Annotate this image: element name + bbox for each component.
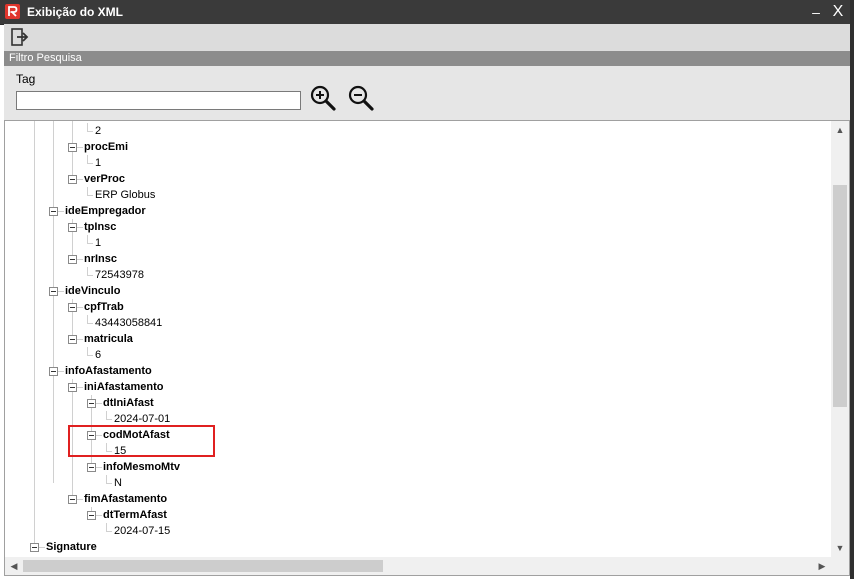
horizontal-scroll-thumb[interactable] — [23, 560, 383, 572]
tree-node-value[interactable]: 2024-07-15 — [114, 523, 170, 539]
collapse-toggle-icon[interactable] — [30, 543, 39, 552]
globus-logo-icon — [5, 4, 20, 19]
tree-node-element[interactable]: verProc — [84, 171, 125, 187]
close-button[interactable]: X — [828, 2, 848, 22]
tree-node-element[interactable]: codMotAfast — [103, 427, 170, 443]
tree-node-element[interactable]: fimAfastamento — [84, 491, 167, 507]
tree-node-element[interactable]: ideEmpregador — [65, 203, 146, 219]
collapse-toggle-icon[interactable] — [87, 511, 96, 520]
filter-panel: Tag — [4, 66, 850, 121]
xml-tree-view[interactable]: ▲ ▼ ◀ ▶ 2 procEmi 1 verProc ERP Globus ideEmp… — [4, 120, 850, 576]
zoom-out-icon[interactable] — [347, 84, 375, 112]
horizontal-scrollbar[interactable]: ◀ ▶ — [5, 557, 831, 575]
toolbar — [4, 24, 850, 52]
tree-node-element[interactable]: nrInsc — [84, 251, 117, 267]
tree-node-value[interactable]: 1 — [95, 155, 101, 171]
collapse-toggle-icon[interactable] — [49, 287, 58, 296]
tree-node-value[interactable]: 2 — [95, 123, 101, 139]
tree-node-element[interactable]: procEmi — [84, 139, 128, 155]
collapse-toggle-icon[interactable] — [68, 335, 77, 344]
title-bar: Exibição do XML – X — [0, 0, 850, 25]
tree-node-value[interactable]: N — [114, 475, 122, 491]
tree-node-element[interactable]: cpfTrab — [84, 299, 124, 315]
vertical-scrollbar[interactable]: ▲ ▼ — [831, 121, 849, 557]
scroll-up-arrow[interactable]: ▲ — [831, 121, 849, 139]
tree-node-value[interactable]: 6 — [95, 347, 101, 363]
tree-node-element[interactable]: tpInsc — [84, 219, 116, 235]
window-title: Exibição do XML — [27, 5, 124, 19]
tree-node-element[interactable]: matricula — [84, 331, 133, 347]
tree-node-element[interactable]: dtIniAfast — [103, 395, 154, 411]
collapse-toggle-icon[interactable] — [49, 367, 58, 376]
minimize-button[interactable]: – — [806, 2, 826, 22]
tree-node-value[interactable]: ERP Globus — [95, 187, 155, 203]
collapse-toggle-icon[interactable] — [68, 495, 77, 504]
tree-node-value[interactable]: 15 — [114, 443, 126, 459]
collapse-toggle-icon[interactable] — [87, 431, 96, 440]
tree-node-element[interactable]: infoMesmoMtv — [103, 459, 180, 475]
window-edge — [850, 0, 854, 579]
collapse-toggle-icon[interactable] — [68, 175, 77, 184]
tree-node-element[interactable]: dtTermAfast — [103, 507, 167, 523]
tree-node-element[interactable]: ideVinculo — [65, 283, 120, 299]
exit-icon[interactable] — [9, 27, 29, 47]
collapse-toggle-icon[interactable] — [68, 223, 77, 232]
scroll-right-arrow[interactable]: ▶ — [813, 557, 831, 575]
tree-node-value[interactable]: 43443058841 — [95, 315, 162, 331]
scrollbar-corner — [831, 557, 849, 575]
collapse-toggle-icon[interactable] — [87, 463, 96, 472]
collapse-toggle-icon[interactable] — [68, 143, 77, 152]
collapse-toggle-icon[interactable] — [68, 303, 77, 312]
filter-section-header: Filtro Pesquisa — [4, 51, 850, 66]
tree-node-value[interactable]: 2024-07-01 — [114, 411, 170, 427]
collapse-toggle-icon[interactable] — [68, 255, 77, 264]
tree-node-element[interactable]: Signature — [46, 539, 97, 555]
tree-node-element[interactable]: iniAfastamento — [84, 379, 163, 395]
scroll-down-arrow[interactable]: ▼ — [831, 539, 849, 557]
tree-node-value[interactable]: 1 — [95, 235, 101, 251]
scroll-left-arrow[interactable]: ◀ — [5, 557, 23, 575]
collapse-toggle-icon[interactable] — [68, 383, 77, 392]
vertical-scroll-thumb[interactable] — [833, 185, 847, 407]
tag-label: Tag — [16, 72, 36, 86]
collapse-toggle-icon[interactable] — [87, 399, 96, 408]
tree-node-value[interactable]: 72543978 — [95, 267, 144, 283]
zoom-in-icon[interactable] — [309, 84, 337, 112]
tag-input[interactable] — [16, 91, 301, 110]
collapse-toggle-icon[interactable] — [49, 207, 58, 216]
tree-node-element[interactable]: infoAfastamento — [65, 363, 152, 379]
